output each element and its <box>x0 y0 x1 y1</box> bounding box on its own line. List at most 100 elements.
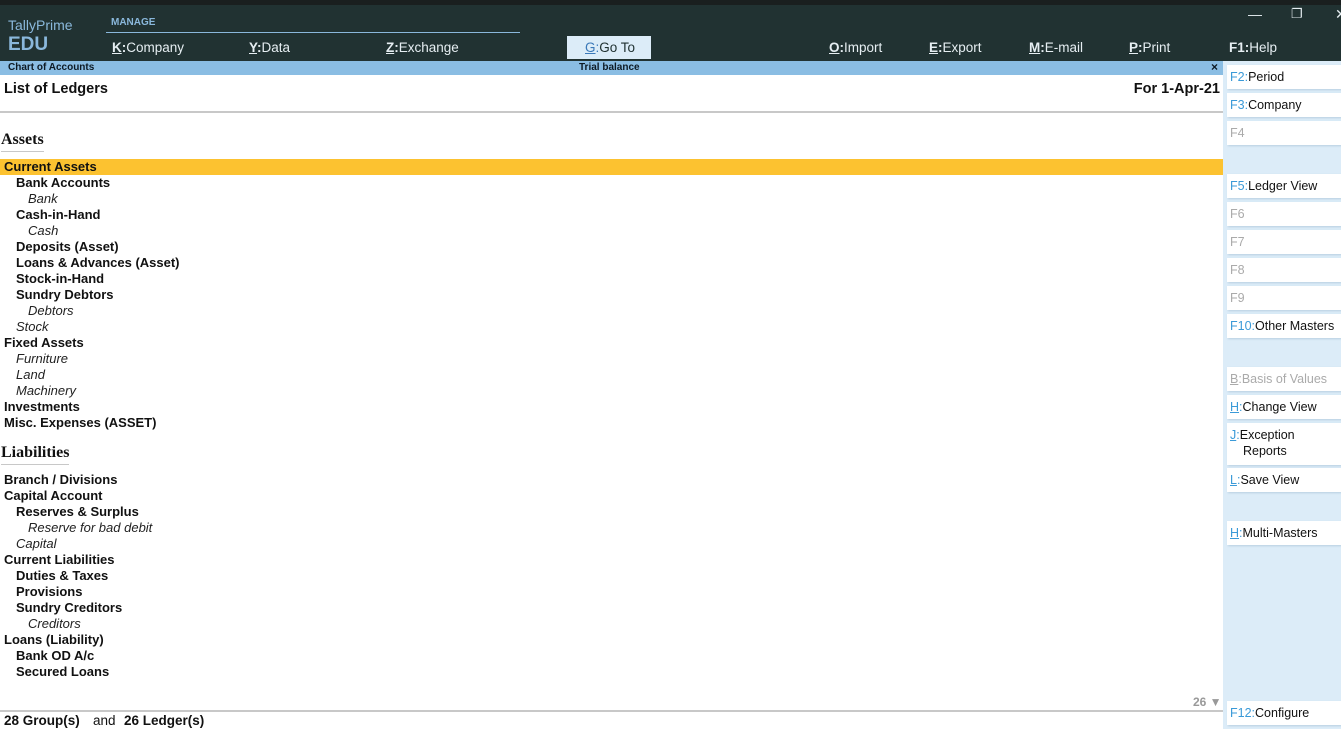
row-label: Misc. Expenses (ASSET) <box>4 415 157 430</box>
footer-and: and <box>93 713 116 728</box>
row-label: Furniture <box>16 351 69 366</box>
group-row[interactable]: Loans (Liability) <box>0 632 1223 648</box>
group-row[interactable]: Loans & Advances (Asset) <box>0 255 1223 271</box>
close-report-icon[interactable]: × <box>1211 60 1218 74</box>
f6-button: F6 <box>1227 202 1341 226</box>
row-label: Sundry Debtors <box>16 287 114 302</box>
menu-print[interactable]: P:Print <box>1129 38 1170 58</box>
change-view-button[interactable]: H:Change View <box>1227 395 1341 419</box>
brand-name: TallyPrime <box>8 17 73 33</box>
group-row[interactable]: Current Assets <box>0 159 1223 175</box>
button-bar: F2:Period F3:Company F4 F5:Ledger View F… <box>1223 61 1341 729</box>
row-label: Bank <box>28 191 58 206</box>
row-label: Creditors <box>28 616 81 631</box>
minimize-icon[interactable]: — <box>1248 6 1262 22</box>
row-label: Capital Account <box>4 488 103 503</box>
exception-reports-button[interactable]: J:Exception Reports <box>1227 423 1341 465</box>
company-button[interactable]: F3:Company <box>1227 93 1341 117</box>
brand-edition: EDU <box>8 34 49 55</box>
manage-divider <box>106 32 520 33</box>
page-count: 26 ▼ <box>1193 695 1222 709</box>
group-row[interactable]: Provisions <box>0 584 1223 600</box>
ledger-row[interactable]: Reserve for bad debit <box>0 520 1223 536</box>
group-row[interactable]: Cash-in-Hand <box>0 207 1223 223</box>
group-row[interactable]: Current Liabilities <box>0 552 1223 568</box>
group-row[interactable]: Bank Accounts <box>0 175 1223 191</box>
ledger-row[interactable]: Debtors <box>0 303 1223 319</box>
multi-masters-button[interactable]: H:Multi-Masters <box>1227 521 1341 545</box>
ledger-row[interactable]: Machinery <box>0 383 1223 399</box>
row-label: Loans (Liability) <box>4 632 104 647</box>
menu-company[interactable]: K:Company <box>112 38 184 58</box>
row-label: Bank OD A/c <box>16 648 95 663</box>
period-button[interactable]: F2:Period <box>1227 65 1341 89</box>
manage-label: MANAGE <box>111 17 156 28</box>
menu-email[interactable]: M:E-mail <box>1029 38 1083 58</box>
ledger-row[interactable]: Stock <box>0 319 1223 335</box>
ledger-row[interactable]: Capital <box>0 536 1223 552</box>
group-row[interactable]: Reserves & Surplus <box>0 504 1223 520</box>
report-subtitle: Trial balance <box>579 62 640 73</box>
row-label: Reserves & Surplus <box>16 504 139 519</box>
configure-button[interactable]: F12:Configure <box>1227 701 1341 725</box>
group-row[interactable]: Sundry Debtors <box>0 287 1223 303</box>
close-window-icon[interactable]: ✕ <box>1335 6 1341 23</box>
section-assets: Assets <box>1 131 44 152</box>
row-label: Reserve for bad debit <box>28 520 153 535</box>
row-label: Sundry Creditors <box>16 600 123 615</box>
ledger-row[interactable]: Furniture <box>0 351 1223 367</box>
f4-button: F4 <box>1227 121 1341 145</box>
report-title: List of Ledgers <box>4 81 108 97</box>
row-label: Cash <box>28 223 59 238</box>
menu-export[interactable]: E:Export <box>929 38 982 58</box>
menu-data[interactable]: Y:Data <box>249 38 290 58</box>
ledger-view-button[interactable]: F5:Ledger View <box>1227 174 1341 198</box>
row-label: Duties & Taxes <box>16 568 109 583</box>
menu-exchange[interactable]: Z:Exchange <box>386 38 459 58</box>
group-row[interactable]: Capital Account <box>0 488 1223 504</box>
row-label: Deposits (Asset) <box>16 239 119 254</box>
group-row[interactable]: Stock-in-Hand <box>0 271 1223 287</box>
ledger-row[interactable]: Creditors <box>0 616 1223 632</box>
group-row[interactable]: Misc. Expenses (ASSET) <box>0 415 1223 431</box>
row-label: Stock <box>16 319 49 334</box>
group-row[interactable]: Sundry Creditors <box>0 600 1223 616</box>
group-row[interactable]: Duties & Taxes <box>0 568 1223 584</box>
row-label: Branch / Divisions <box>4 472 118 487</box>
row-label: Loans & Advances (Asset) <box>16 255 180 270</box>
section-liabilities: Liabilities <box>1 444 70 465</box>
row-label: Machinery <box>16 383 76 398</box>
group-row[interactable]: Deposits (Asset) <box>0 239 1223 255</box>
f8-button: F8 <box>1227 258 1341 282</box>
group-row[interactable]: Secured Loans <box>0 664 1223 680</box>
ledger-row[interactable]: Bank <box>0 191 1223 207</box>
f7-button: F7 <box>1227 230 1341 254</box>
row-label: Provisions <box>16 584 83 599</box>
top-bar: TallyPrime EDU MANAGE K:Company Y:Data Z… <box>0 0 1341 61</box>
ledger-count: 26 Ledger(s) <box>124 713 205 728</box>
report-header: List of Ledgers For 1-Apr-21 <box>0 75 1223 113</box>
ledger-row[interactable]: Cash <box>0 223 1223 239</box>
row-label: Cash-in-Hand <box>16 207 101 222</box>
group-row[interactable]: Fixed Assets <box>0 335 1223 351</box>
summary-footer: 28 Group(s) and 26 Ledger(s) <box>0 710 1223 729</box>
row-label: Current Assets <box>4 159 97 174</box>
menu-help[interactable]: F1:Help <box>1229 38 1277 58</box>
menu-go-to[interactable]: G:Go To <box>567 36 652 59</box>
report-title-bar: Chart of Accounts Trial balance × <box>0 60 1223 75</box>
row-label: Debtors <box>28 303 74 318</box>
restore-icon[interactable]: ❐ <box>1291 6 1303 22</box>
save-view-button[interactable]: L:Save View <box>1227 468 1341 492</box>
menu-import[interactable]: O:Import <box>829 38 882 58</box>
ledger-row[interactable]: Land <box>0 367 1223 383</box>
basis-of-values-button: B:Basis of Values <box>1227 367 1341 391</box>
row-label: Land <box>16 367 45 382</box>
row-label: Capital <box>16 536 57 551</box>
f9-button: F9 <box>1227 286 1341 310</box>
group-row[interactable]: Bank OD A/c <box>0 648 1223 664</box>
group-row[interactable]: Branch / Divisions <box>0 472 1223 488</box>
row-label: Investments <box>4 399 80 414</box>
other-masters-button[interactable]: F10:Other Masters <box>1227 314 1341 338</box>
group-row[interactable]: Investments <box>0 399 1223 415</box>
report-date: For 1-Apr-21 <box>1133 81 1220 97</box>
